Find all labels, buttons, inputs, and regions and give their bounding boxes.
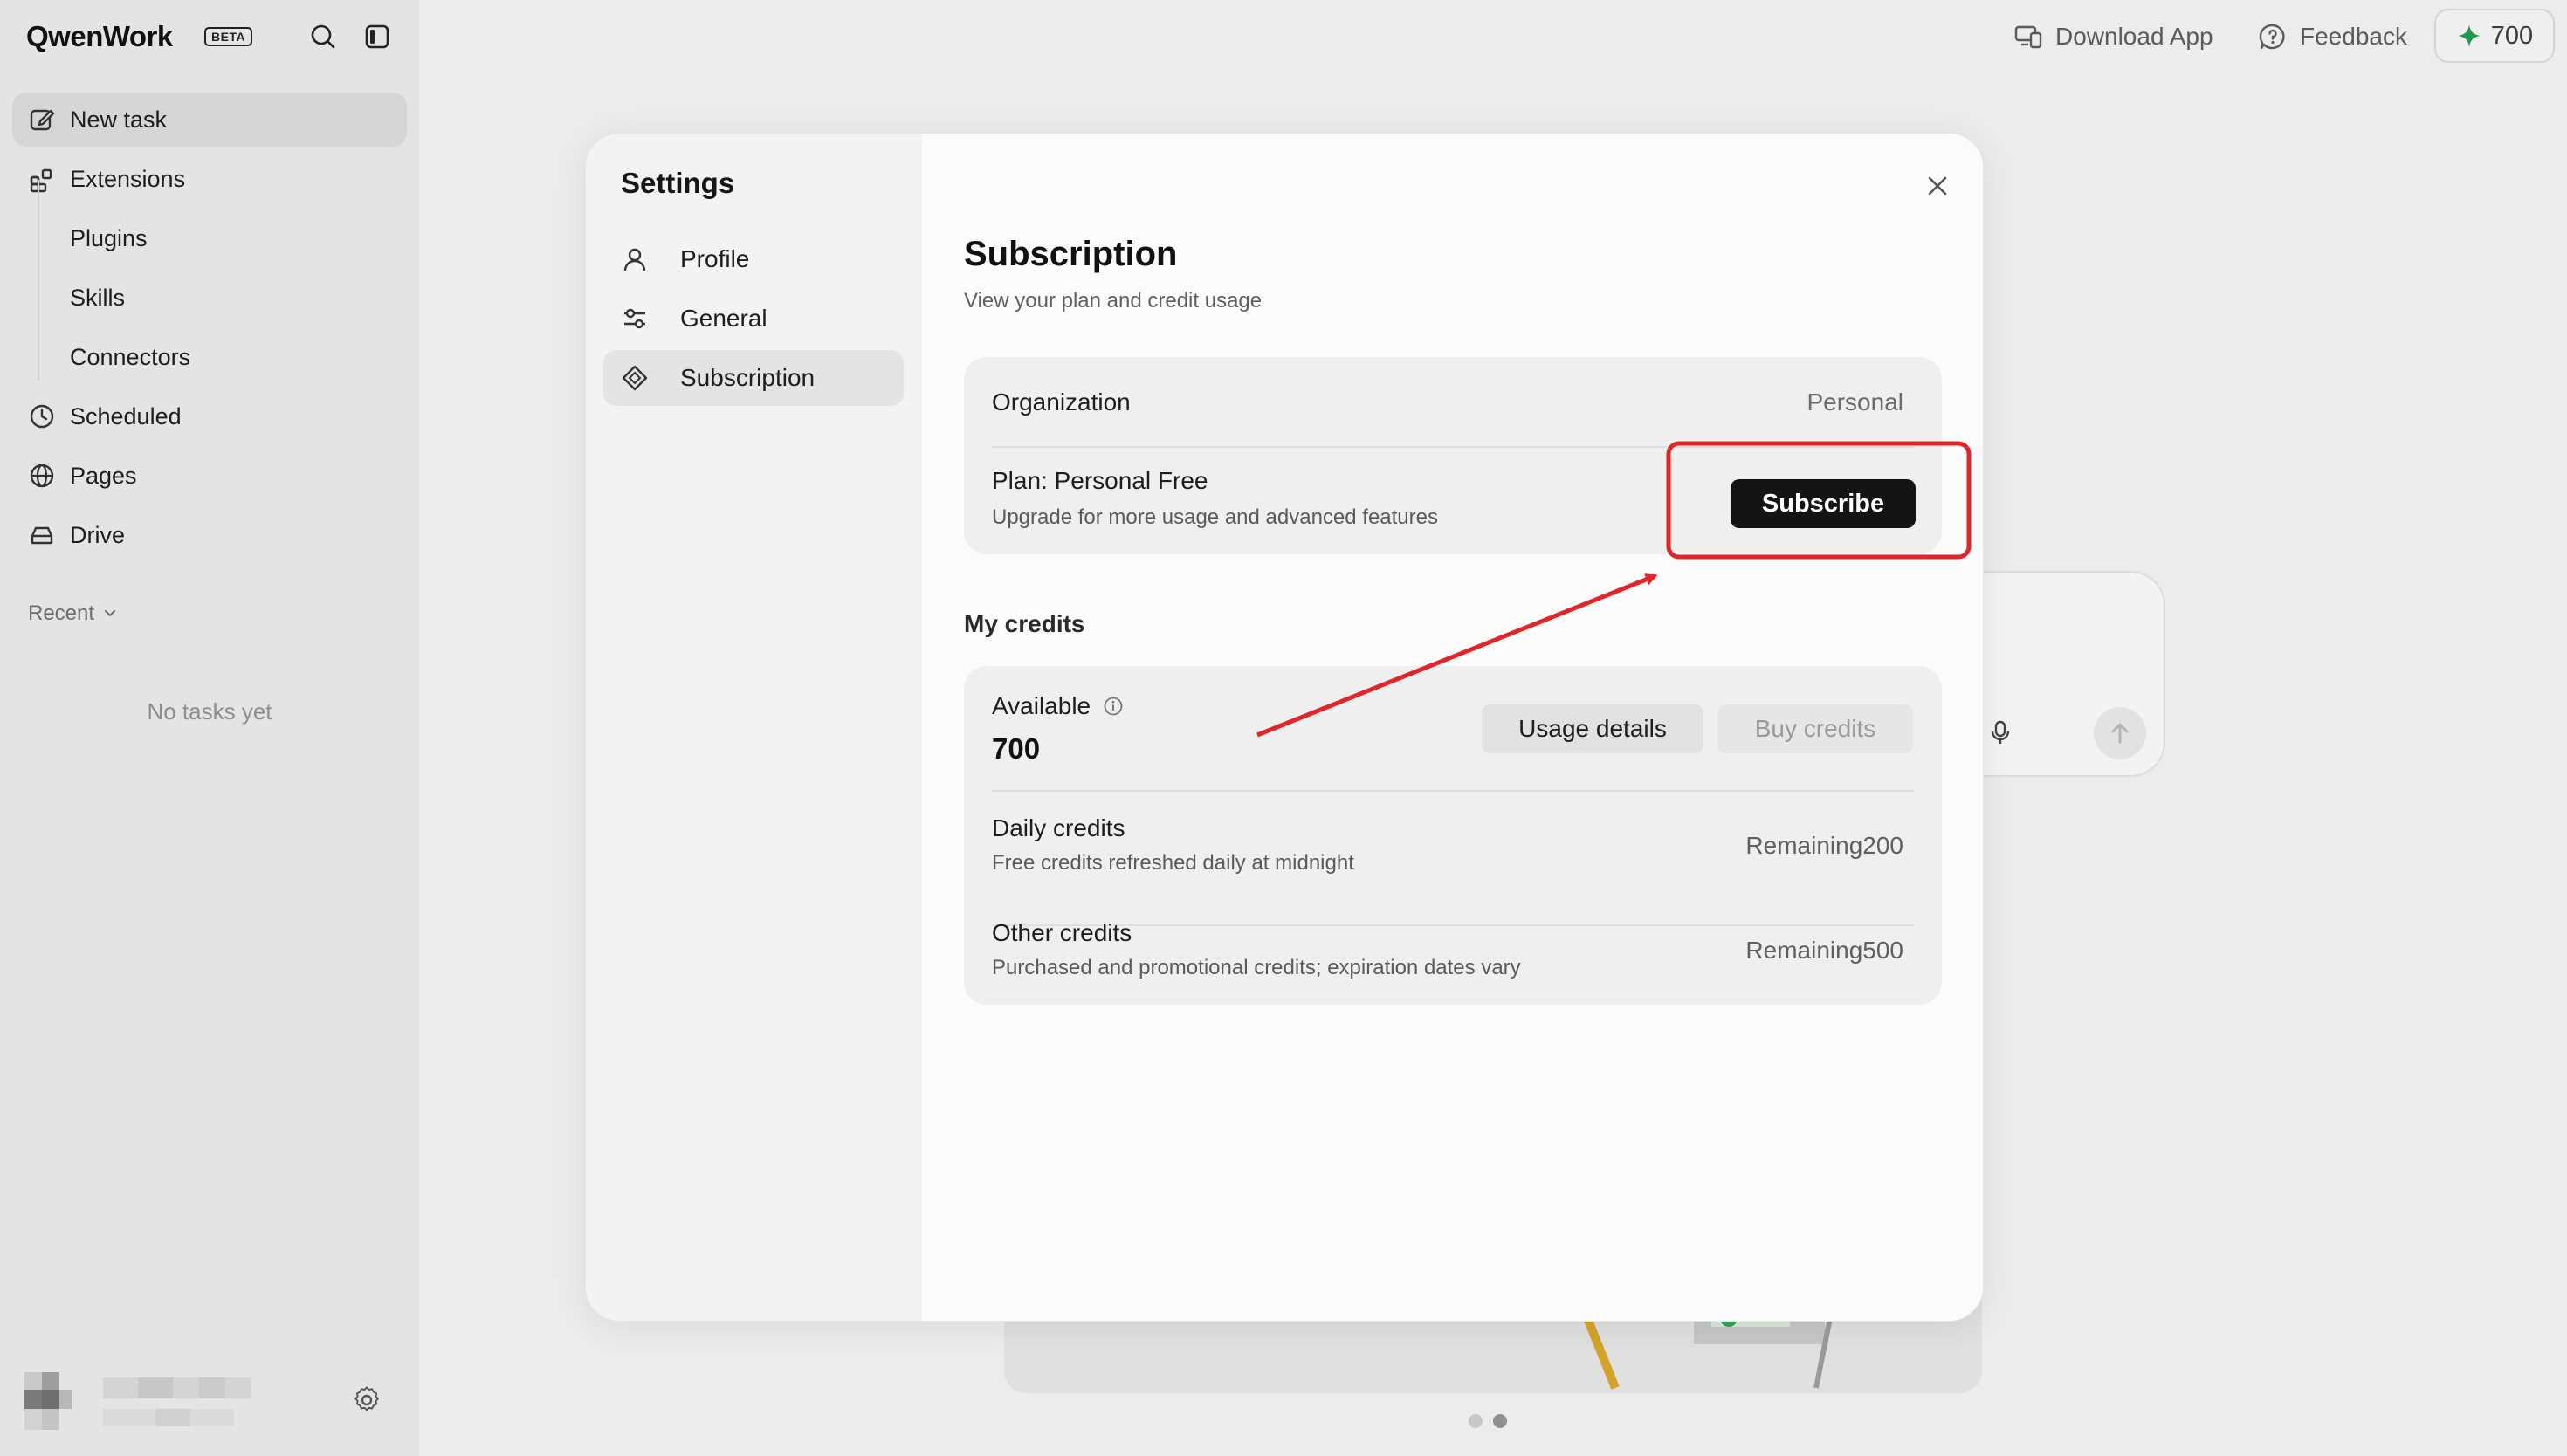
settings-nav-profile[interactable]: Profile <box>603 231 904 287</box>
diamond-icon <box>621 364 649 392</box>
daily-credits-remaining: Remaining200 <box>1745 832 1903 859</box>
other-credits-remaining: Remaining500 <box>1745 937 1903 964</box>
sidebar-item-extensions[interactable]: Extensions <box>12 152 407 206</box>
sidebar-item-label: Drive <box>70 521 126 548</box>
divider <box>992 446 1914 448</box>
credits-count: 700 <box>2490 21 2534 50</box>
settings-nav-panel: Settings Profile General Subscription <box>586 134 922 1321</box>
feedback-icon <box>2258 22 2288 52</box>
sidebar-item-plugins[interactable]: Plugins <box>12 211 407 265</box>
other-credits-row: Other credits Purchased and promotional … <box>992 919 1914 998</box>
gear-icon[interactable] <box>351 1384 382 1416</box>
carousel-dot[interactable] <box>1469 1414 1483 1428</box>
download-app-button[interactable]: Download App <box>2013 17 2213 56</box>
sidebar-item-label: Connectors <box>70 343 191 370</box>
clock-icon <box>28 402 56 430</box>
sidebar: QwenWork BETA New task Extensions Plugin… <box>0 0 419 1456</box>
credits-card: Available 700 Usage details Buy credits … <box>964 666 1942 1005</box>
sidebar-item-label: Pages <box>70 462 137 489</box>
search-icon[interactable] <box>307 21 339 52</box>
other-credits-description: Purchased and promotional credits; expir… <box>992 956 1521 979</box>
microphone-icon[interactable] <box>1987 719 2013 745</box>
sidebar-item-label: Extensions <box>70 165 186 192</box>
available-label-row: Available <box>992 692 1124 720</box>
beta-badge: BETA <box>204 27 253 46</box>
plan-card: Organization Personal Plan: Personal Fre… <box>964 357 1942 554</box>
logo-row: QwenWork BETA <box>26 19 402 54</box>
app-logo[interactable]: QwenWork <box>26 19 173 54</box>
page-description: View your plan and credit usage <box>964 289 1263 312</box>
settings-nav-subscription[interactable]: Subscription <box>603 350 904 406</box>
chevron-down-icon <box>94 605 119 622</box>
sidebar-item-label: Plugins <box>70 224 148 251</box>
sidebar-item-label: Skills <box>70 284 126 311</box>
subscribe-button[interactable]: Subscribe <box>1731 479 1916 528</box>
available-credits-value: 700 <box>992 732 1041 765</box>
avatar[interactable] <box>24 1372 251 1430</box>
sidebar-item-connectors[interactable]: Connectors <box>12 330 407 384</box>
download-app-label: Download App <box>2055 23 2213 50</box>
organization-value: Personal <box>1807 388 1903 416</box>
credits-chip[interactable]: 700 <box>2434 9 2555 63</box>
daily-credits-row: Daily credits Free credits refreshed dai… <box>992 814 1914 893</box>
carousel-dot-active[interactable] <box>1493 1414 1507 1428</box>
usage-details-button[interactable]: Usage details <box>1482 704 1703 753</box>
recent-label: Recent <box>28 601 95 625</box>
credits-heading: My credits <box>964 610 1085 637</box>
extensions-icon <box>28 165 56 193</box>
settings-nav-label: General <box>680 305 767 332</box>
close-icon[interactable] <box>1920 168 1955 203</box>
sidebar-item-pages[interactable]: Pages <box>12 449 407 503</box>
sidebar-item-label: New task <box>70 106 168 133</box>
plan-name: Plan: Personal Free <box>992 467 1208 494</box>
carousel-dots <box>1469 1414 1507 1428</box>
sparkle-icon <box>2456 23 2482 49</box>
available-label: Available <box>992 692 1091 719</box>
divider <box>992 790 1914 792</box>
daily-credits-title: Daily credits <box>992 814 1125 841</box>
sidebar-toggle-icon[interactable] <box>361 21 393 52</box>
empty-tasks-text: No tasks yet <box>147 698 272 725</box>
settings-nav-general[interactable]: General <box>603 291 904 347</box>
person-icon <box>621 245 649 273</box>
sidebar-item-new-task[interactable]: New task <box>12 93 407 147</box>
settings-title: Settings <box>621 167 735 199</box>
drive-icon <box>28 521 56 549</box>
plan-description: Upgrade for more usage and advanced feat… <box>992 505 1438 529</box>
page-title: Subscription <box>964 235 1178 273</box>
globe-icon <box>28 462 56 490</box>
other-credits-title: Other credits <box>992 919 1132 946</box>
organization-label: Organization <box>992 388 1131 416</box>
recent-toggle[interactable]: Recent <box>28 599 119 628</box>
feedback-label: Feedback <box>2300 23 2407 50</box>
settings-modal: Settings Profile General Subscription Su… <box>585 133 1984 1322</box>
sidebar-item-scheduled[interactable]: Scheduled <box>12 389 407 443</box>
daily-credits-description: Free credits refreshed daily at midnight <box>992 851 1354 875</box>
sliders-icon <box>621 305 649 333</box>
send-icon[interactable] <box>2092 705 2148 761</box>
settings-nav-label: Subscription <box>680 364 816 391</box>
sidebar-item-label: Scheduled <box>70 402 182 429</box>
feedback-button[interactable]: Feedback <box>2258 17 2407 56</box>
buy-credits-button[interactable]: Buy credits <box>1717 704 1913 753</box>
organization-row: Organization Personal <box>992 383 1914 422</box>
settings-nav-label: Profile <box>680 245 750 272</box>
devices-icon <box>2013 22 2043 52</box>
info-icon[interactable] <box>1091 696 1124 717</box>
sidebar-item-drive[interactable]: Drive <box>12 508 407 562</box>
sidebar-item-skills[interactable]: Skills <box>12 271 407 325</box>
edit-icon <box>28 106 56 134</box>
